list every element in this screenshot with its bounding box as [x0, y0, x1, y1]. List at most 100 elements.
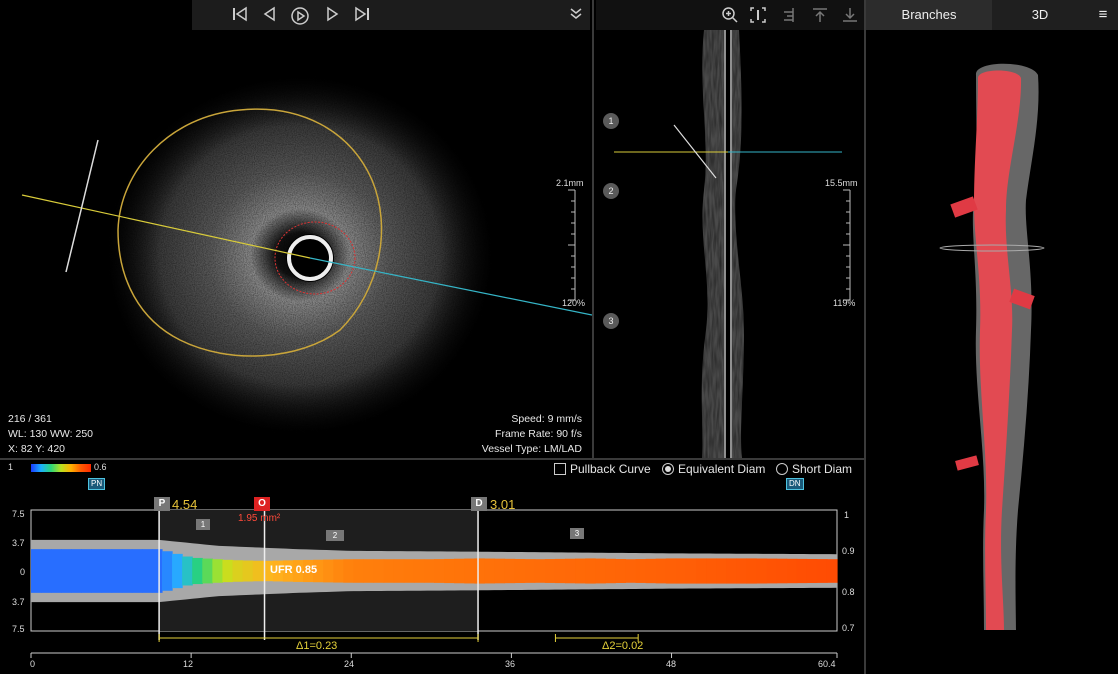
frame-marker-1[interactable]: 1 — [603, 113, 619, 129]
y-tick-left: 3.7 — [12, 538, 25, 548]
x-tick: 60.4 — [818, 659, 836, 669]
longitudinal-view[interactable] — [594, 30, 864, 458]
window-level: WL: 130 WW: 250 — [8, 428, 94, 440]
lumen-strip — [746, 558, 757, 584]
lumen-strip — [434, 559, 445, 583]
lumen-strip — [716, 558, 727, 584]
longitudinal-toolbar — [596, 0, 864, 30]
lumen-strip — [373, 559, 385, 583]
equivalent-diam-radio[interactable]: Equivalent Diam — [662, 462, 765, 476]
segment-marker-2[interactable]: 2 — [326, 530, 344, 541]
y-tick-left: 3.7 — [12, 597, 25, 607]
x-tick: 48 — [666, 659, 677, 669]
lumen-strip — [172, 553, 183, 589]
lumen-strip — [534, 559, 546, 583]
lumen-strip — [252, 560, 264, 582]
y-tick-left: 7.5 — [12, 509, 25, 519]
lumen-strip — [685, 558, 697, 584]
align-top-icon[interactable] — [810, 6, 830, 24]
tab-3d[interactable]: 3D — [992, 0, 1088, 30]
next-frame-icon[interactable] — [322, 6, 342, 24]
lumen-strip — [706, 558, 717, 584]
proximal-flag[interactable]: P — [154, 497, 170, 511]
lumen-strip — [81, 549, 93, 593]
lumen-strip — [423, 559, 435, 583]
lumen-strip — [343, 559, 354, 583]
lumen-strip — [806, 558, 818, 584]
pullback-speed: Speed: 9 mm/s — [511, 413, 582, 425]
radio-dot[interactable] — [662, 463, 674, 475]
lumen-strip — [192, 557, 203, 585]
minimum-flag[interactable]: O — [254, 497, 270, 511]
lumen-strip — [484, 558, 496, 584]
distal-flag[interactable]: D — [471, 497, 487, 511]
equivalent-diam-label: Equivalent Diam — [678, 462, 766, 476]
vessel-3d-view[interactable] — [866, 30, 1118, 674]
diameter-profile-chart[interactable] — [0, 490, 864, 674]
play-icon[interactable] — [290, 6, 310, 25]
lumen-strip — [766, 558, 778, 584]
lumen-strip — [71, 549, 82, 593]
checkbox-box[interactable] — [554, 463, 566, 475]
segment-marker-1[interactable]: 1 — [196, 519, 210, 530]
x-tick: 36 — [505, 659, 516, 669]
lumen-strip — [585, 558, 596, 584]
frame-marker-2[interactable]: 2 — [603, 183, 619, 199]
ivus-scale-bottom: 120% — [562, 298, 586, 308]
fit-icon[interactable] — [748, 6, 768, 24]
lumen-strip — [333, 559, 344, 583]
lumen-strip — [121, 549, 133, 593]
lumen-strip — [151, 549, 163, 593]
lumen-strip — [403, 559, 415, 583]
lumen-strip — [756, 558, 768, 584]
lumen-strip — [353, 559, 365, 583]
zoom-icon[interactable] — [720, 6, 740, 24]
pullback-curve-label: Pullback Curve — [570, 462, 651, 476]
pn-marker[interactable]: PN — [88, 478, 106, 490]
lumen-strip — [182, 556, 193, 586]
frame-marker-3[interactable]: 3 — [603, 313, 619, 329]
ivus-cross-section-view[interactable] — [0, 30, 592, 458]
colorbar-max-label: 0.6 — [94, 462, 107, 472]
x-tick: 24 — [344, 659, 355, 669]
lumen-strip — [393, 559, 405, 583]
y-tick-right: 0.8 — [842, 587, 855, 597]
radio-dot[interactable] — [776, 463, 788, 475]
lumen-strip — [494, 558, 506, 584]
right-panel-tabs: Branches 3D ≡ — [866, 0, 1118, 30]
lumen-strip — [31, 549, 42, 593]
y-tick-right: 1 — [844, 510, 850, 520]
lumen-strip — [212, 559, 224, 583]
segment-marker-3[interactable]: 3 — [570, 528, 584, 539]
lumen-strip — [101, 549, 113, 593]
skip-to-start-icon[interactable] — [230, 6, 250, 24]
lumen-strip — [736, 558, 747, 584]
short-diam-label: Short Diam — [792, 462, 853, 476]
lumen-strip — [726, 558, 737, 584]
longitudinal-scale-bottom: 119% — [833, 298, 856, 308]
skip-to-end-icon[interactable] — [352, 6, 372, 24]
short-diam-radio[interactable]: Short Diam — [776, 462, 852, 476]
menu-icon[interactable]: ≡ — [1088, 0, 1118, 30]
lumen-strip — [665, 558, 677, 584]
lumen-strip — [615, 559, 627, 583]
delta2-label: Δ2=0.02 — [602, 640, 644, 652]
y-tick-left: 0 — [20, 567, 26, 577]
measure-icon[interactable] — [780, 6, 800, 24]
ufr-colorbar — [31, 464, 91, 472]
x-tick: 12 — [183, 659, 194, 669]
lumen-strip — [786, 558, 798, 584]
lumen-strip — [544, 559, 556, 583]
cursor-coordinates: X: 82 Y: 420 — [8, 443, 66, 455]
collapse-chevron-icon[interactable] — [566, 6, 586, 24]
colorbar-min-label: 1 — [8, 462, 14, 472]
lumen-strip — [816, 559, 828, 583]
dn-marker[interactable]: DN — [786, 478, 804, 490]
tab-branches[interactable]: Branches — [866, 0, 992, 30]
vessel-type: Vessel Type: LM/LAD — [481, 443, 582, 455]
download-icon[interactable] — [840, 6, 860, 24]
lumen-strip — [554, 558, 566, 584]
previous-frame-icon[interactable] — [260, 6, 280, 24]
lumen-strip — [202, 558, 213, 584]
pullback-curve-checkbox[interactable]: Pullback Curve — [554, 462, 651, 476]
